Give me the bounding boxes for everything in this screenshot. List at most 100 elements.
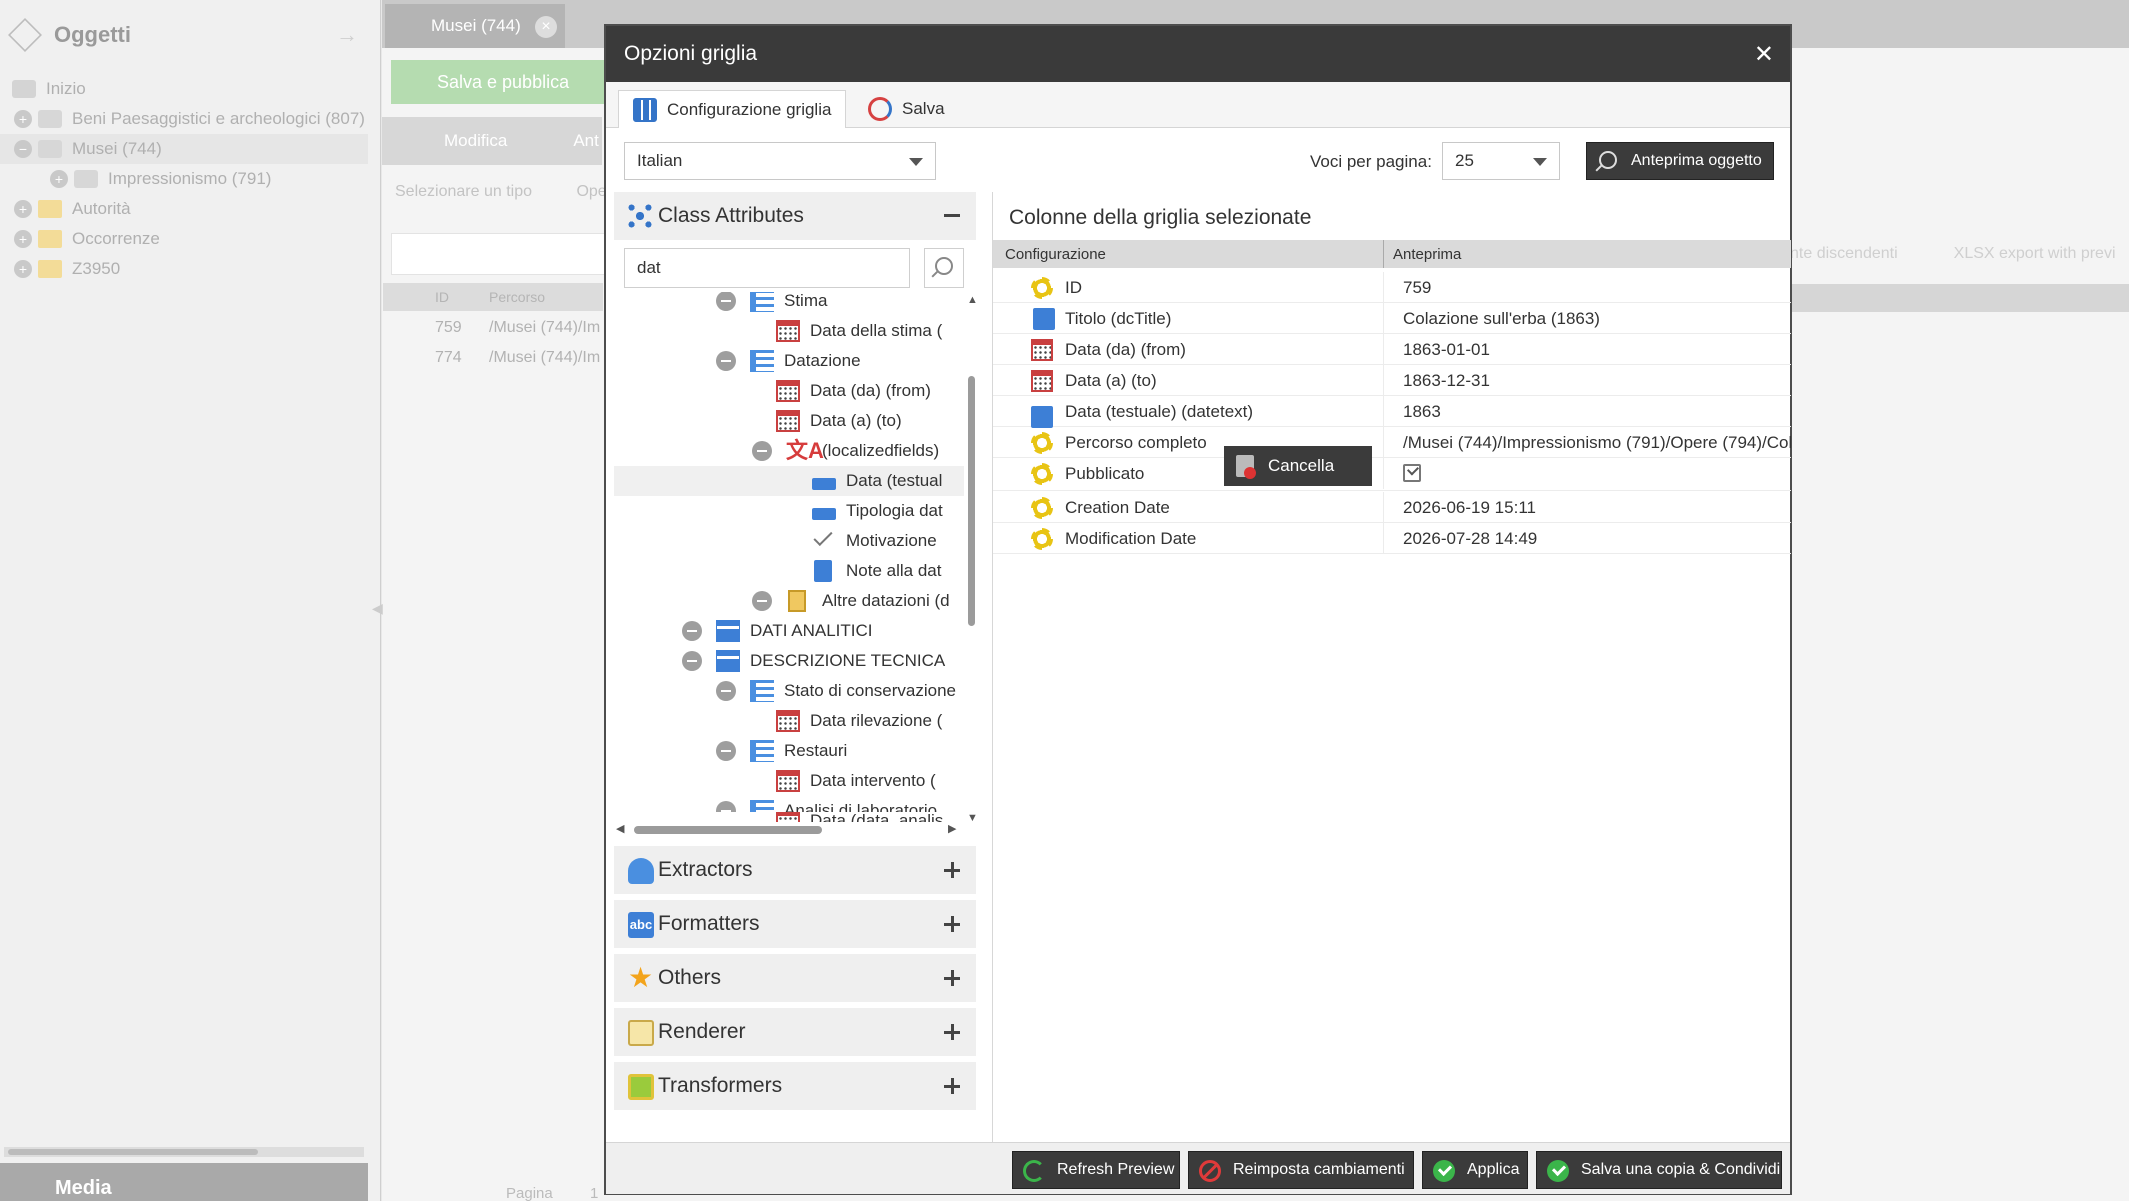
expand-icon[interactable] bbox=[944, 916, 960, 932]
collapse-icon[interactable] bbox=[944, 214, 960, 217]
renderer-icon bbox=[628, 1020, 654, 1046]
grid-options-dialog: Opzioni griglia ✕ Configurazione griglia… bbox=[604, 24, 1792, 1195]
type-select[interactable]: Selezionare un tipo Ope bbox=[395, 183, 607, 201]
column-row[interactable]: Data (da) (from) 1863-01-01 bbox=[993, 334, 1791, 365]
save-copy-share-button[interactable]: Salva una copia & Condividi bbox=[1536, 1151, 1782, 1189]
scrollbar-thumb[interactable] bbox=[968, 376, 975, 626]
expand-icon[interactable]: + bbox=[14, 200, 32, 218]
object-icon bbox=[74, 170, 98, 188]
dialog-footer: Refresh Preview Reimposta cambiamenti Ap… bbox=[606, 1142, 1790, 1194]
dialog-header: Opzioni griglia ✕ bbox=[606, 26, 1790, 82]
network-icon bbox=[628, 204, 652, 228]
column-row[interactable]: Titolo (dcTitle) Colazione sull'erba (18… bbox=[993, 303, 1791, 334]
media-panel-header[interactable]: Media bbox=[0, 1163, 368, 1201]
chevron-down-icon bbox=[909, 158, 923, 166]
tree-horizontal-scrollbar[interactable] bbox=[4, 1147, 364, 1157]
objects-panel-header[interactable]: Oggetti → bbox=[0, 0, 380, 70]
star-icon: ★ bbox=[628, 962, 654, 993]
table-row[interactable]: 774 /Musei (744)/Im bbox=[383, 345, 603, 375]
apply-button[interactable]: Applica bbox=[1422, 1151, 1528, 1189]
reset-changes-button[interactable]: Reimposta cambiamenti bbox=[1188, 1151, 1414, 1189]
expand-icon[interactable]: + bbox=[14, 230, 32, 248]
expand-icon[interactable] bbox=[944, 862, 960, 878]
expand-icon[interactable]: + bbox=[14, 110, 32, 128]
calendar-icon bbox=[776, 812, 800, 822]
tab-save[interactable]: Salva bbox=[854, 90, 959, 128]
column-row[interactable]: Pubblicato bbox=[993, 458, 1791, 491]
table-row[interactable]: 759 /Musei (744)/Im bbox=[383, 315, 603, 345]
context-menu-delete[interactable]: Cancella bbox=[1224, 446, 1372, 486]
gear-icon bbox=[1031, 432, 1053, 454]
gear-icon bbox=[1031, 497, 1053, 519]
edit-tab[interactable]: Modifica Ant bbox=[382, 117, 602, 165]
refresh-icon bbox=[1023, 1160, 1045, 1182]
per-page-label: Voci per pagina: bbox=[1310, 152, 1432, 171]
columns-header: Configurazione Anteprima bbox=[993, 240, 1791, 268]
tree-item-autorita[interactable]: + Autorità bbox=[14, 194, 131, 224]
column-header-config: Configurazione bbox=[1005, 246, 1106, 263]
close-icon[interactable]: ✕ bbox=[1754, 40, 1774, 69]
tree-node[interactable]: Analisi di laboratorio bbox=[614, 796, 964, 812]
expand-icon[interactable]: + bbox=[50, 170, 68, 188]
filter-search-button[interactable] bbox=[924, 248, 964, 288]
gear-icon bbox=[1031, 528, 1053, 550]
expand-icon[interactable] bbox=[944, 1024, 960, 1040]
tree-vertical-scrollbar[interactable]: ▲ ▼ bbox=[966, 292, 978, 824]
column-row[interactable]: Creation Date 2026-06-19 15:11 bbox=[993, 492, 1791, 523]
tree-item-z3950[interactable]: + Z3950 bbox=[14, 254, 120, 284]
grid-icon bbox=[633, 97, 657, 122]
tree-horizontal-scrollbar[interactable]: ◀ ▶ bbox=[614, 822, 964, 836]
attribute-filter-input[interactable]: dat bbox=[624, 248, 910, 288]
expand-icon[interactable]: + bbox=[14, 260, 32, 278]
close-tab-icon[interactable]: × bbox=[535, 16, 557, 38]
class-attributes-header[interactable]: Class Attributes bbox=[614, 192, 976, 240]
per-page-select[interactable]: 25 bbox=[1442, 142, 1560, 180]
tree-tail: Data intervento ( Analisi di laboratorio bbox=[614, 292, 964, 812]
column-row[interactable]: Data (testuale) (datetext) 1863 bbox=[993, 396, 1791, 428]
extractor-icon bbox=[628, 858, 654, 884]
expand-icon[interactable] bbox=[944, 970, 960, 986]
search-icon bbox=[1599, 151, 1617, 169]
accordion-renderer[interactable]: Renderer bbox=[614, 1008, 976, 1056]
object-icon bbox=[38, 110, 62, 128]
save-publish-button[interactable]: Salva e pubblica bbox=[391, 60, 611, 104]
tab-musei[interactable]: Musei (744) × bbox=[385, 4, 565, 48]
expand-icon[interactable] bbox=[944, 1078, 960, 1094]
accordion-extractors[interactable]: Extractors bbox=[614, 846, 976, 894]
preview-object-button[interactable]: Anteprima oggetto bbox=[1586, 142, 1774, 180]
collapse-arrow-icon[interactable]: ◀ bbox=[372, 600, 383, 617]
collapse-icon[interactable]: − bbox=[14, 140, 32, 158]
abc-icon: abc bbox=[628, 912, 654, 938]
column-row[interactable]: Data (a) (to) 1863-12-31 bbox=[993, 365, 1791, 396]
tree-item-impressionismo[interactable]: + Impressionismo (791) bbox=[50, 164, 271, 194]
dialog-title: Opzioni griglia bbox=[624, 42, 758, 65]
home-icon bbox=[12, 80, 36, 98]
tree-item-beni[interactable]: + Beni Paesaggistici e archeologici (807… bbox=[14, 104, 365, 134]
column-row[interactable]: ID 759 bbox=[993, 272, 1791, 303]
folder-icon bbox=[38, 230, 62, 248]
column-row[interactable]: Modification Date 2026-07-28 14:49 bbox=[993, 523, 1791, 554]
column-row[interactable]: Percorso completo /Musei (744)/Impressio… bbox=[993, 427, 1791, 458]
tree-item-musei[interactable]: − Musei (744) bbox=[0, 134, 368, 164]
scrollbar-thumb[interactable] bbox=[634, 826, 822, 834]
input-icon bbox=[1031, 406, 1053, 428]
accordion-formatters[interactable]: abc Formatters bbox=[614, 900, 976, 948]
document-icon bbox=[1033, 308, 1055, 330]
accordion-transformers[interactable]: Transformers bbox=[614, 1062, 976, 1110]
pager: Pagina 1 bbox=[506, 1185, 599, 1201]
tree-item-occorrenze[interactable]: + Occorrenze bbox=[14, 224, 160, 254]
language-select[interactable]: Italian bbox=[624, 142, 936, 180]
calendar-icon bbox=[1031, 339, 1053, 361]
tree-node[interactable]: Data (data_analis bbox=[614, 812, 964, 822]
tree-item-inizio[interactable]: Inizio bbox=[12, 74, 86, 104]
tree-node[interactable]: Data intervento ( bbox=[614, 766, 964, 796]
accordion-others[interactable]: ★ Others bbox=[614, 954, 976, 1002]
arrow-right-icon[interactable]: → bbox=[336, 22, 358, 48]
background-toolbar-right: nte discendenti XLSX export with previ bbox=[1790, 245, 2116, 262]
collapse-icon[interactable] bbox=[716, 801, 736, 812]
background-search-field[interactable] bbox=[391, 233, 611, 275]
refresh-preview-button[interactable]: Refresh Preview bbox=[1012, 1151, 1180, 1189]
tab-grid-configuration[interactable]: Configurazione griglia bbox=[618, 90, 847, 128]
transformer-icon bbox=[628, 1074, 654, 1100]
gear-icon bbox=[1031, 463, 1053, 485]
